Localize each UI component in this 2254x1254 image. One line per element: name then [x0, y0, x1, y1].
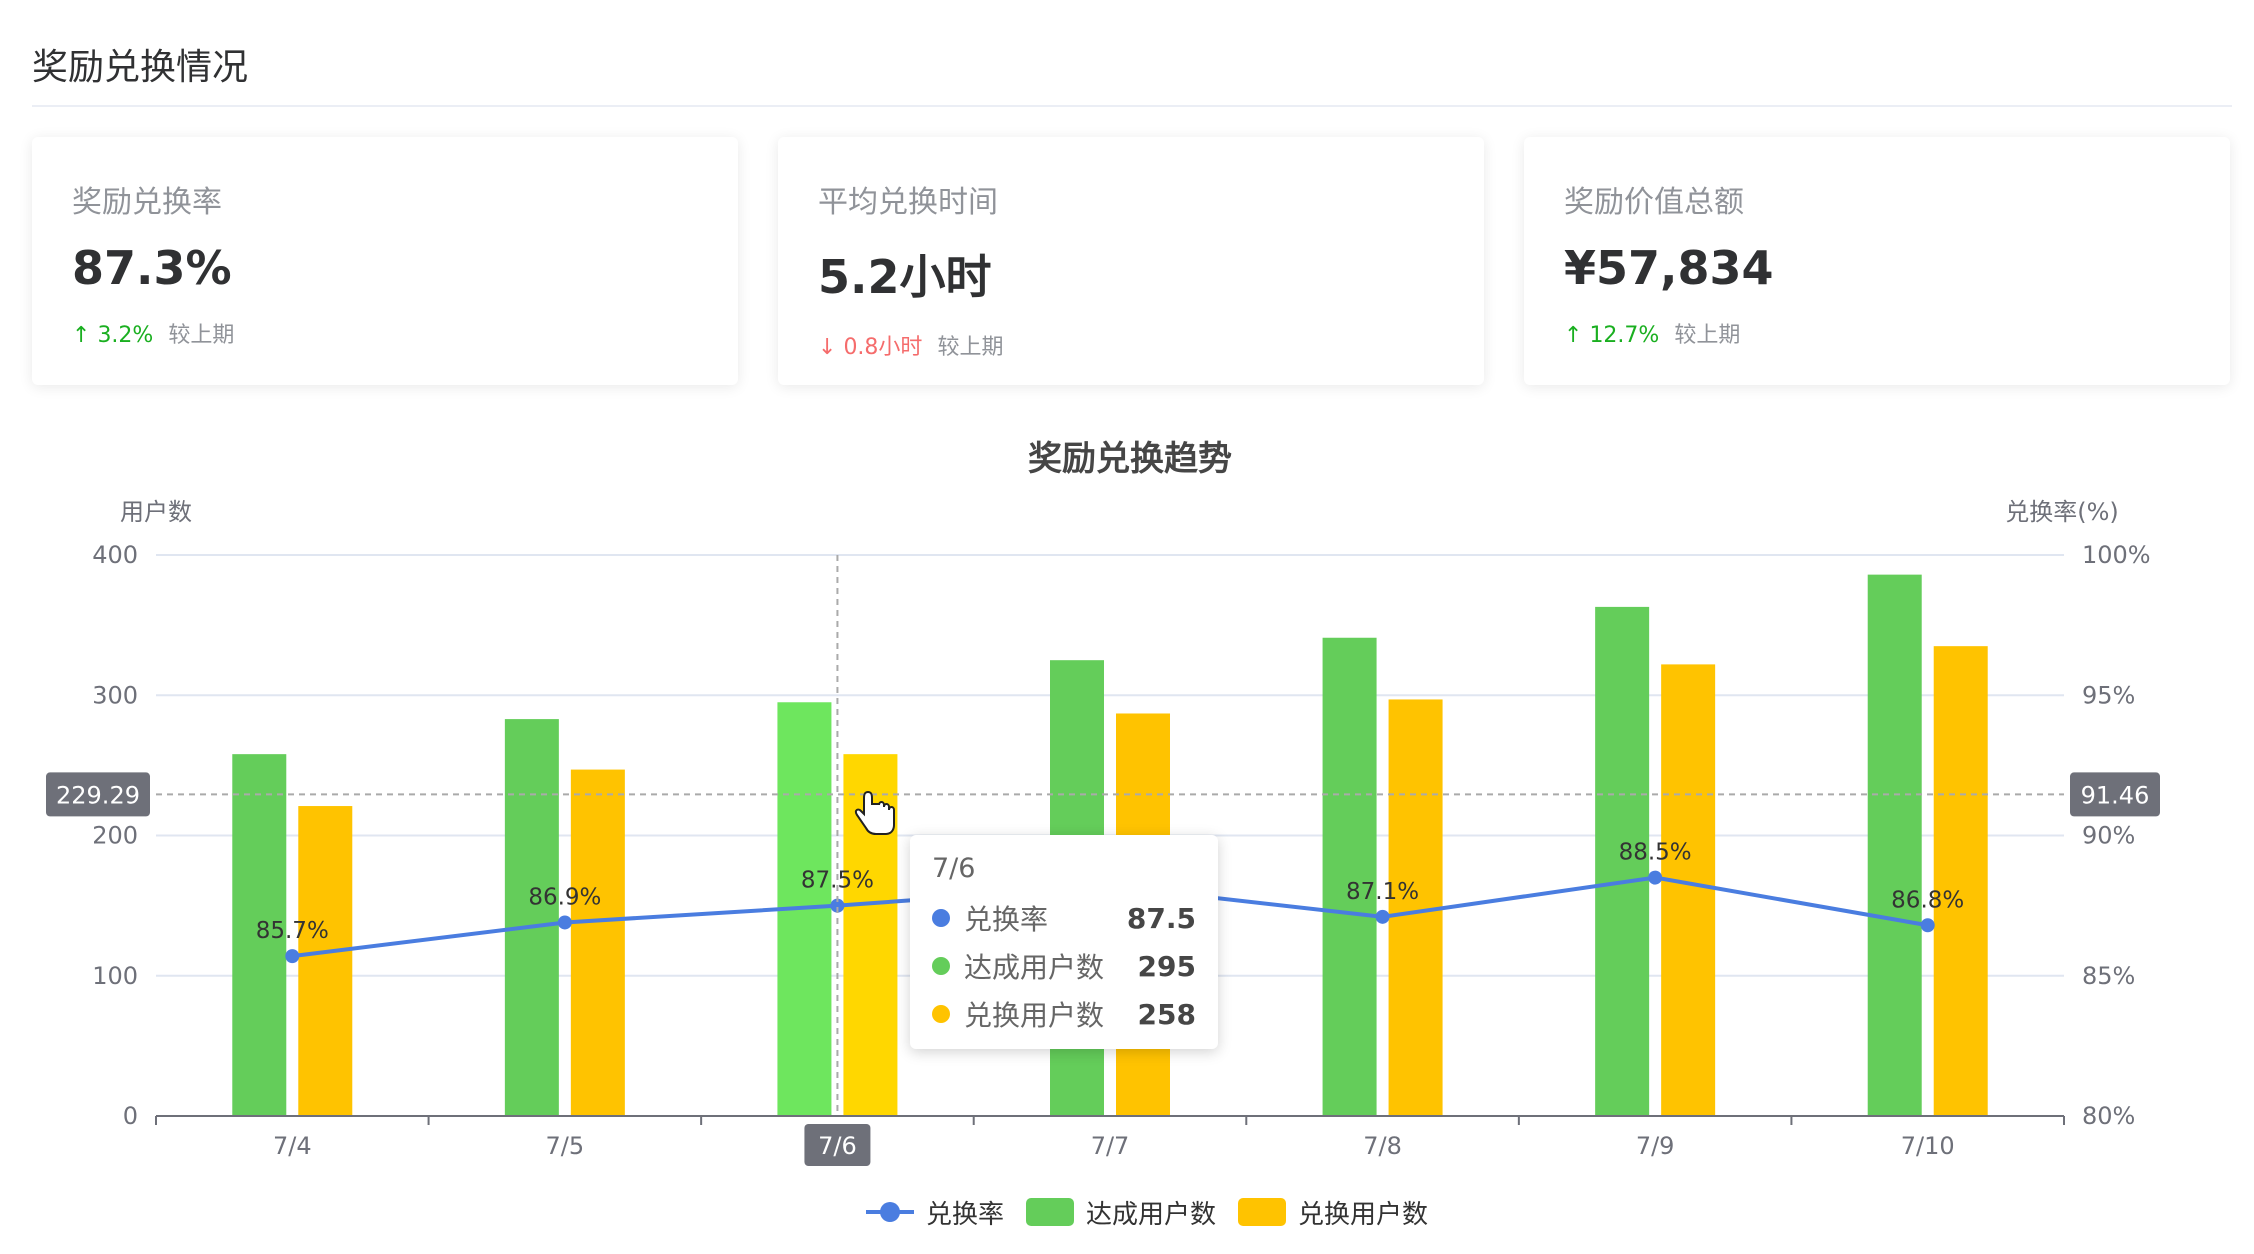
- bar-redeemed: [1661, 664, 1716, 1116]
- bar-achieved: [1322, 637, 1377, 1116]
- legend-item-rate[interactable]: 兑换率: [866, 1194, 1004, 1231]
- stat-card-avg-time: 平均兑换时间 5.2小时 ↓ 0.8小时 较上期: [778, 137, 1484, 385]
- card-value: 87.3%: [72, 241, 232, 295]
- tooltip-series-value: 295: [1137, 949, 1196, 983]
- legend-label: 兑换用户数: [1298, 1199, 1429, 1230]
- stat-card-total-value: 奖励价值总额 ¥57,834 ↑ 12.7% 较上期: [1524, 137, 2230, 385]
- legend-item-achieved[interactable]: 达成用户数: [1026, 1194, 1216, 1231]
- y-left-tick-label: 300: [92, 681, 138, 709]
- rate-data-label: 86.9%: [528, 884, 601, 910]
- y-right-tick-label: 80%: [2082, 1102, 2135, 1130]
- legend-bar-icon: [1238, 1198, 1287, 1226]
- y-right-tick-label: 95%: [2082, 681, 2135, 709]
- legend-label: 兑换率: [926, 1199, 1005, 1230]
- legend-label: 达成用户数: [1086, 1199, 1217, 1230]
- bar-redeemed: [1933, 646, 1988, 1116]
- rate-data-label: 88.5%: [1619, 840, 1692, 866]
- y-left-tick-label: 400: [92, 541, 138, 569]
- x-tick-label: 7/4: [273, 1132, 312, 1160]
- card-trend: ↑ 3.2% 较上期: [72, 317, 698, 349]
- page: 奖励兑换情况 奖励兑换率 87.3% ↑ 3.2% 较上期 平均兑换时间 5.2…: [0, 0, 2254, 1254]
- card-value: 5.2小时: [818, 250, 992, 304]
- card-trend: ↓ 0.8小时 较上期: [818, 329, 1444, 361]
- tooltip-series-name: 兑换用户数: [964, 999, 1105, 1032]
- rate-point: [1375, 909, 1390, 924]
- card-trend: ↑ 12.7% 较上期: [1564, 317, 2190, 349]
- x-axis-pointer-label: 7/6: [818, 1132, 857, 1160]
- tooltip-row: 达成用户数 295: [932, 942, 1196, 990]
- rate-point: [285, 949, 300, 964]
- bar-redeemed: [298, 806, 353, 1116]
- tooltip-series-name: 达成用户数: [964, 951, 1105, 984]
- chart-legend: 兑换率 达成用户数 兑换用户数: [866, 1192, 1450, 1232]
- trend-up-arrow-icon: ↑: [1564, 323, 1583, 348]
- y-right-axis-label: 兑换率(%): [2005, 498, 2119, 526]
- trend-down-arrow-icon: ↓: [818, 335, 837, 360]
- rate-data-label: 86.8%: [1891, 887, 1964, 913]
- tooltip-series-name: 兑换率: [964, 903, 1049, 936]
- trend-value: 3.2%: [97, 323, 154, 348]
- bar-achieved: [504, 719, 559, 1116]
- tooltip-row: 兑换用户数 258: [932, 990, 1196, 1038]
- rate-data-label: 85.7%: [256, 918, 329, 944]
- tooltip-series-value: 87.5: [1126, 901, 1196, 935]
- card-label: 奖励兑换率: [72, 185, 222, 220]
- card-label: 奖励价值总额: [1564, 185, 1744, 220]
- trend-compare-label: 较上期: [1674, 323, 1741, 348]
- series-dot-icon: [932, 957, 950, 975]
- rate-point: [1920, 918, 1935, 933]
- y-left-tick-label: 100: [92, 962, 138, 990]
- section-title: 奖励兑换情况: [32, 47, 249, 88]
- legend-line-icon: [866, 1198, 914, 1226]
- stat-card-redemption-rate: 奖励兑换率 87.3% ↑ 3.2% 较上期: [32, 137, 738, 385]
- chart-title: 奖励兑换趋势: [1028, 439, 1232, 479]
- trend-value: 12.7%: [1589, 323, 1660, 348]
- rate-point: [1648, 870, 1663, 885]
- series-dot-icon: [932, 1005, 950, 1023]
- y-right-tick-label: 100%: [2082, 541, 2151, 569]
- legend-item-redeemed[interactable]: 兑换用户数: [1238, 1194, 1428, 1231]
- x-tick-label: 7/8: [1363, 1132, 1402, 1160]
- y-left-axis-label: 用户数: [120, 498, 192, 526]
- card-label: 平均兑换时间: [818, 185, 998, 220]
- rate-data-label: 87.1%: [1346, 879, 1419, 905]
- divider: [32, 105, 2232, 107]
- trend-compare-label: 较上期: [168, 323, 235, 348]
- tooltip-row: 兑换率 87.5: [932, 894, 1196, 942]
- x-tick-label: 7/9: [1636, 1132, 1675, 1160]
- tooltip-series-value: 258: [1137, 997, 1196, 1031]
- y-left-tick-label: 0: [123, 1102, 138, 1130]
- x-tick-label: 7/5: [546, 1132, 585, 1160]
- y-left-tick-label: 200: [92, 822, 138, 850]
- card-value: ¥57,834: [1564, 241, 1774, 295]
- y-right-pointer-label: 91.46: [2081, 781, 2150, 809]
- trend-value: 0.8小时: [843, 335, 923, 360]
- x-tick-label: 7/7: [1091, 1132, 1130, 1160]
- y-right-tick-label: 85%: [2082, 962, 2135, 990]
- legend-bar-icon: [1026, 1198, 1075, 1226]
- y-left-pointer-label: 229.29: [56, 781, 140, 809]
- bar-achieved: [1867, 574, 1922, 1116]
- trend-up-arrow-icon: ↑: [72, 323, 91, 348]
- bar-redeemed: [570, 769, 625, 1116]
- series-dot-icon: [932, 909, 950, 927]
- chart-tooltip: 7/6 兑换率 87.5 达成用户数 295 兑换用户数 258: [910, 835, 1218, 1049]
- x-tick-label: 7/10: [1901, 1132, 1955, 1160]
- tooltip-title: 7/6: [932, 853, 976, 884]
- y-right-tick-label: 90%: [2082, 822, 2135, 850]
- trend-compare-label: 较上期: [937, 335, 1004, 360]
- rate-point: [557, 915, 572, 930]
